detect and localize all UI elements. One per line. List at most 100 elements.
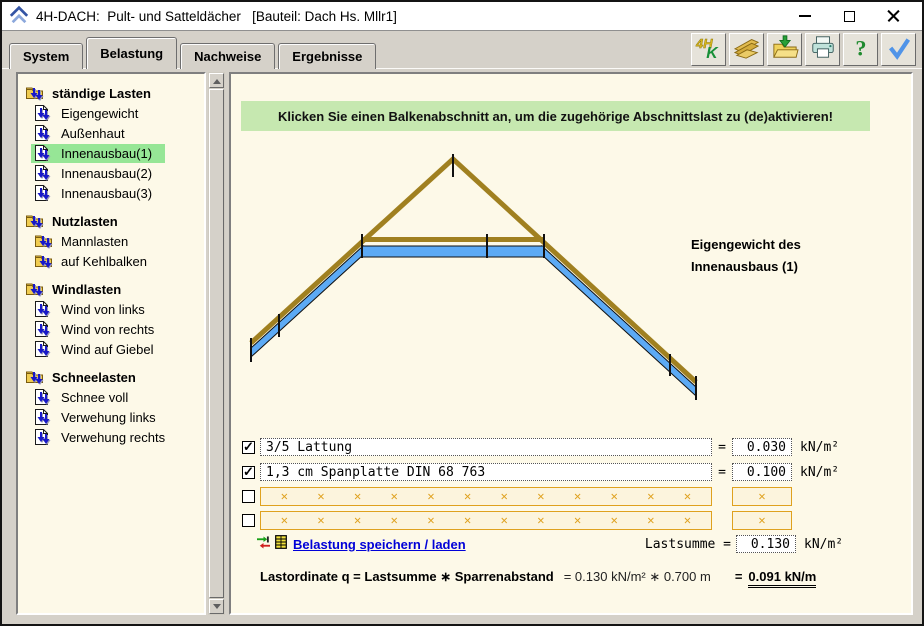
disabled-x-icon: ✕ — [354, 513, 361, 527]
sidebar-item-ständige-lasten[interactable]: ständige Lasten — [18, 83, 204, 103]
roof-diagram[interactable] — [231, 134, 915, 444]
beam-segment-collar[interactable] — [362, 246, 544, 257]
sidebar-item-verwehung-links[interactable]: Verwehung links — [18, 407, 204, 427]
disabled-x-icon: ✕ — [611, 513, 618, 527]
tab-system[interactable]: System — [9, 43, 83, 69]
page-load-icon — [33, 145, 57, 162]
page-load-icon — [33, 321, 57, 338]
load-table-icon — [275, 535, 287, 554]
sidebar-item-eigengewicht[interactable]: Eigengewicht — [18, 103, 204, 123]
load-ordinate-formula: Lastordinate q = Lastsumme ∗ Sparrenabst… — [260, 569, 816, 588]
sidebar-item-mannlasten[interactable]: Mannlasten — [18, 231, 204, 251]
load-row-checkbox[interactable] — [242, 514, 255, 527]
load-row-4: ✕✕✕✕✕✕✕✕✕✕✕✕=✕ — [242, 510, 792, 530]
load-row-checkbox[interactable]: ✓ — [242, 466, 255, 479]
sidebar-item-außenhaut[interactable]: Außenhaut — [18, 123, 204, 143]
disabled-x-icon: ✕ — [684, 513, 691, 527]
sidebar-item-label: Wind von rechts — [61, 322, 154, 337]
scroll-up-button[interactable] — [209, 73, 224, 88]
tab-belastung[interactable]: Belastung — [86, 37, 177, 69]
svg-text:K: K — [706, 45, 719, 60]
checkmark-icon: ✓ — [243, 464, 254, 480]
disabled-x-icon: ✕ — [391, 489, 398, 503]
save-load-row: Belastung speichern / laden — [255, 535, 466, 554]
timber-button[interactable] — [729, 33, 764, 66]
sidebar-item-label: Eigengewicht — [61, 106, 138, 121]
tab-strip: SystemBelastungNachweiseErgebnisse 4HK? — [2, 32, 922, 69]
load-text-field[interactable]: 3/5 Lattung — [260, 438, 712, 456]
app-logo-4hk-button[interactable]: 4HK — [691, 33, 726, 66]
sidebar-item-label: Innenausbau(2) — [61, 166, 152, 181]
disabled-x-icon: ✕ — [647, 489, 654, 503]
load-value-field[interactable]: 0.030 — [732, 438, 792, 456]
load-row-1: ✓3/5 Lattung=0.030kN/m² — [242, 437, 839, 457]
maximize-icon — [844, 11, 855, 22]
load-value-field[interactable]: 0.100 — [732, 463, 792, 481]
beam-segment-right-rafter[interactable] — [542, 246, 696, 396]
minimize-button[interactable] — [783, 3, 827, 29]
disabled-x-icon: ✕ — [391, 513, 398, 527]
folder-load-icon — [24, 281, 48, 298]
sidebar-item-windlasten[interactable]: Windlasten — [18, 279, 204, 299]
maximize-button[interactable] — [827, 3, 871, 29]
formula-equals: = — [735, 569, 743, 584]
open-load-button[interactable] — [767, 33, 802, 66]
sidebar-item-schnee-voll[interactable]: Schnee voll — [18, 387, 204, 407]
save-load-link[interactable]: Belastung speichern / laden — [293, 537, 466, 552]
svg-text:?: ? — [855, 35, 866, 60]
folder-load-icon — [33, 233, 57, 250]
toolbar: 4HK? — [691, 33, 916, 66]
instruction-banner: Klicken Sie einen Balkenabschnitt an, um… — [241, 101, 870, 131]
tab-nachweise[interactable]: Nachweise — [180, 43, 275, 69]
collar-beam[interactable] — [362, 237, 544, 242]
load-row-checkbox[interactable]: ✓ — [242, 441, 255, 454]
sum-value-field[interactable]: 0.130 — [736, 535, 796, 553]
confirm-button[interactable] — [881, 33, 916, 66]
sidebar-item-wind-von-links[interactable]: Wind von links — [18, 299, 204, 319]
arrow-down-icon — [213, 604, 221, 613]
load-unit: kN/m² — [800, 440, 839, 455]
close-button[interactable] — [871, 3, 915, 29]
sidebar-item-schneelasten[interactable]: Schneelasten — [18, 367, 204, 387]
sidebar-item-wind-von-rechts[interactable]: Wind von rechts — [18, 319, 204, 339]
title-bar: 4H-DACH: Pult- und Satteldächer [Bauteil… — [2, 2, 922, 31]
sidebar-item-label: Wind auf Giebel — [61, 342, 154, 357]
roof-logo-icon — [9, 4, 29, 29]
load-row-checkbox[interactable] — [242, 490, 255, 503]
folder-load-icon — [24, 85, 48, 102]
sidebar-item-label: Windlasten — [52, 282, 121, 297]
load-unit: kN/m² — [800, 465, 839, 480]
sidebar-item-wind-auf-giebel[interactable]: Wind auf Giebel — [18, 339, 204, 359]
sum-unit: kN/m² — [804, 537, 843, 552]
formula-substitution: = 0.130 kN/m² ∗ 0.700 m — [564, 569, 711, 585]
scroll-down-button[interactable] — [209, 599, 224, 614]
scrollbar-thumb[interactable] — [209, 89, 224, 598]
formula-lhs: Lastordinate q = Lastsumme ∗ Sparrenabst… — [260, 569, 554, 585]
load-text-field-disabled: ✕✕✕✕✕✕✕✕✕✕✕✕ — [260, 511, 712, 530]
sidebar-item-innenausbau-2[interactable]: Innenausbau(2) — [18, 163, 204, 183]
load-case-tree: ständige LastenEigengewichtAußenhautInne… — [18, 74, 204, 447]
sidebar-item-innenausbau-1[interactable]: Innenausbau(1) — [18, 143, 204, 163]
timber-icon — [733, 34, 761, 65]
sidebar-item-label: Schneelasten — [52, 370, 136, 385]
rafter-lines[interactable] — [251, 159, 696, 382]
tab-ergebnisse[interactable]: Ergebnisse — [278, 43, 376, 69]
beam-segment-left-rafter[interactable] — [251, 246, 363, 357]
sidebar-scrollbar[interactable] — [208, 72, 225, 615]
open-load-icon — [771, 34, 799, 65]
sidebar-item-innenausbau-3[interactable]: Innenausbau(3) — [18, 183, 204, 203]
sidebar-item-auf-kehlbalken[interactable]: auf Kehlbalken — [18, 251, 204, 271]
load-value-field-disabled: ✕ — [732, 487, 792, 506]
print-button[interactable] — [805, 33, 840, 66]
sidebar-item-verwehung-rechts[interactable]: Verwehung rechts — [18, 427, 204, 447]
sidebar-item-label: auf Kehlbalken — [61, 254, 147, 269]
help-button[interactable]: ? — [843, 33, 878, 66]
disabled-x-icon: ✕ — [611, 489, 618, 503]
sum-label: Lastsumme = — [561, 537, 731, 552]
transfer-arrows-icon — [255, 536, 272, 554]
sidebar-item-nutzlasten[interactable]: Nutzlasten — [18, 211, 204, 231]
folder-load-icon — [24, 369, 48, 386]
page-load-icon — [33, 409, 57, 426]
load-text-field[interactable]: 1,3 cm Spanplatte DIN 68 763 — [260, 463, 712, 481]
checkmark-icon: ✓ — [243, 439, 254, 455]
